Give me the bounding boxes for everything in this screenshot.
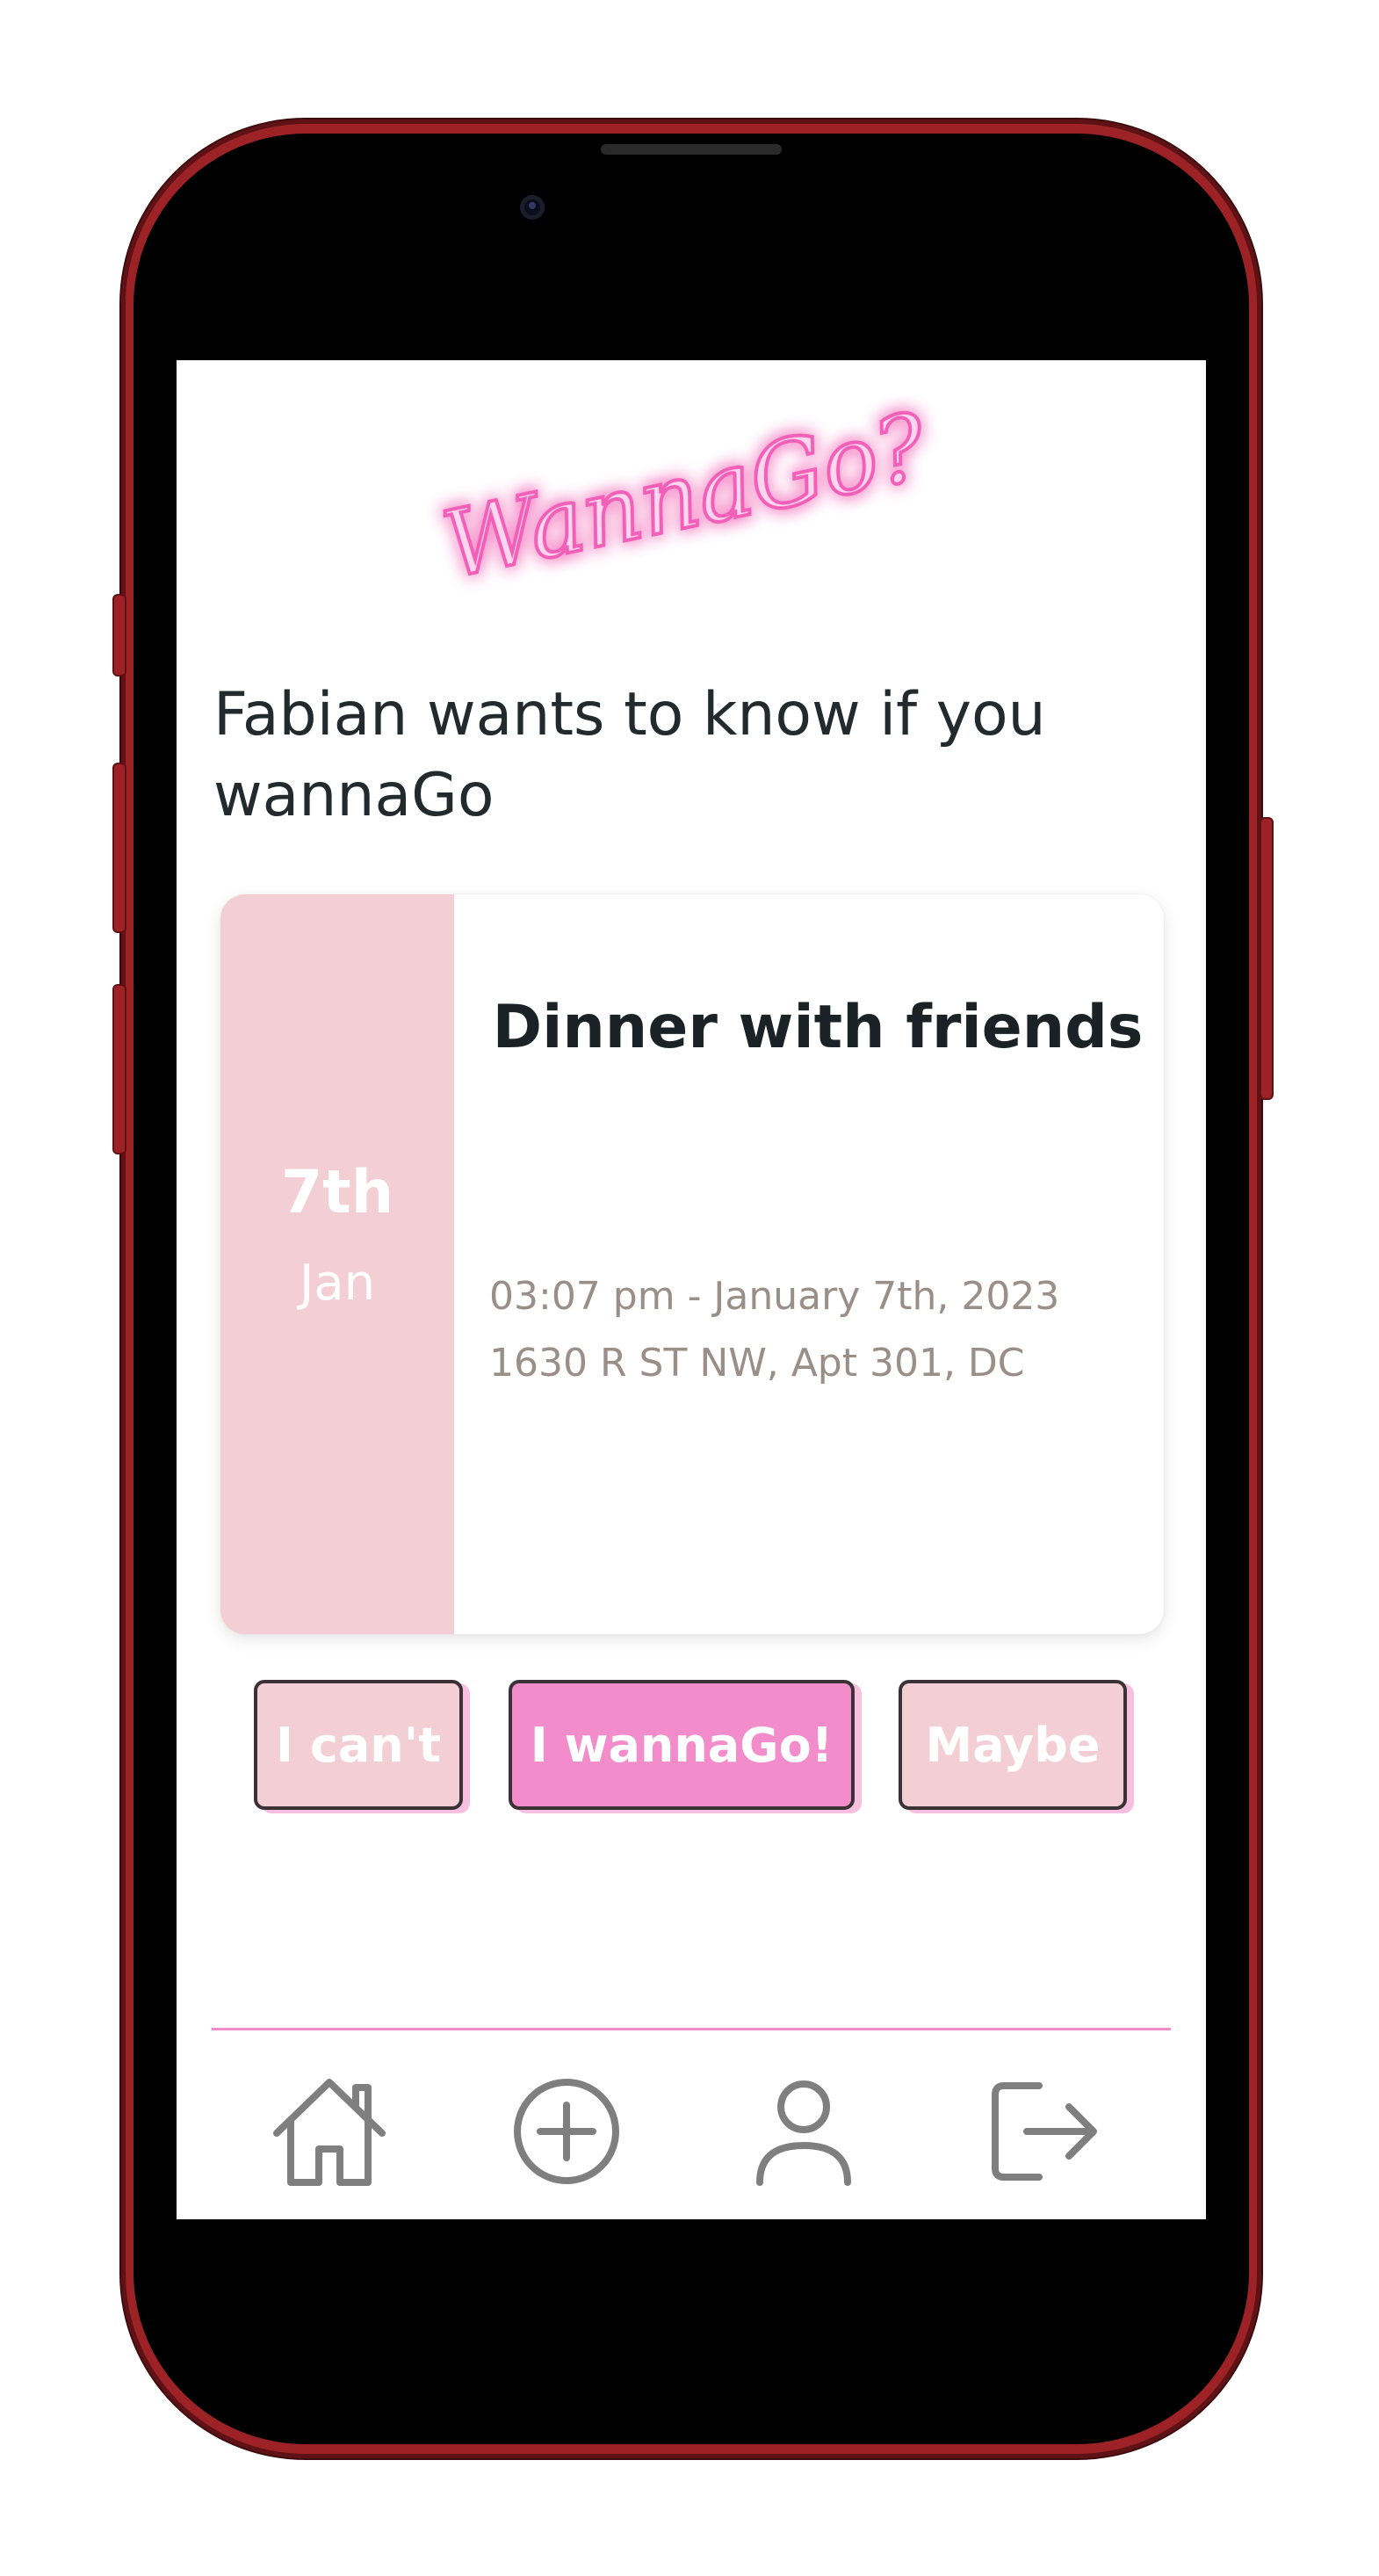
front-camera <box>520 195 545 220</box>
maybe-button[interactable]: Maybe <box>899 1680 1127 1810</box>
wannago-logo: WannaGo? <box>433 395 939 597</box>
user-icon <box>756 2080 851 2186</box>
event-day: 7th <box>280 1158 394 1227</box>
mute-switch <box>112 594 126 677</box>
plus-circle-icon <box>514 2079 619 2184</box>
logo-text: WannaGo? <box>435 395 937 597</box>
event-datetime: 03:07 pm - January 7th, 2023 <box>489 1274 1060 1319</box>
event-address: 1630 R ST NW, Apt 301, DC <box>489 1341 1025 1386</box>
power-button <box>1260 817 1274 1100</box>
nav-profile-button[interactable] <box>742 2070 865 2193</box>
event-date-strip: 7th Jan <box>220 894 454 1634</box>
event-card[interactable]: 7th Jan Dinner with friends 03:07 pm - J… <box>220 894 1164 1634</box>
event-month: Jan <box>299 1255 376 1312</box>
nav-home-button[interactable] <box>268 2070 391 2193</box>
cant-button[interactable]: I can't <box>254 1680 463 1810</box>
invite-headline: Fabian wants to know if you wannaGo <box>213 680 1046 830</box>
earpiece-speaker <box>601 144 782 155</box>
volume-up-button <box>112 763 126 933</box>
app-screen: WannaGo? Fabian wants to know if you wan… <box>177 360 1206 2219</box>
nav-logout-button[interactable] <box>981 2070 1104 2193</box>
nav-divider <box>212 2028 1171 2030</box>
nav-add-button[interactable] <box>505 2070 628 2193</box>
event-title: Dinner with friends <box>492 993 1144 1062</box>
home-icon <box>273 2079 386 2186</box>
wannago-button[interactable]: I wannaGo! <box>509 1680 855 1810</box>
volume-down-button <box>112 984 126 1154</box>
logout-icon <box>992 2082 1097 2181</box>
